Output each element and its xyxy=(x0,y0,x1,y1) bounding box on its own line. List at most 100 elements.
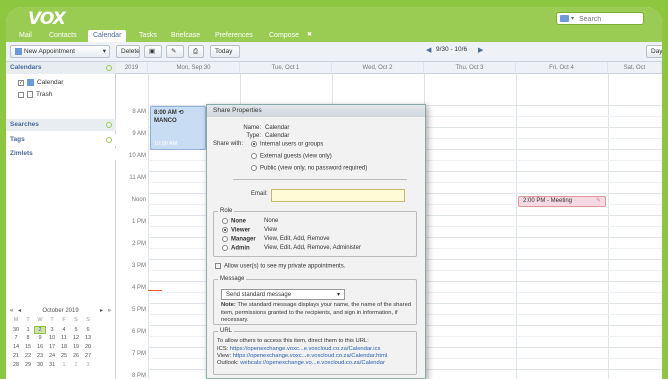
tag-button[interactable]: ✎ xyxy=(166,45,184,58)
day-header[interactable]: Tue, Oct 1 xyxy=(240,62,332,74)
mini-calendar-day[interactable]: 5 xyxy=(70,327,82,333)
mini-calendar-day[interactable]: 3 xyxy=(46,327,58,333)
radio-admin[interactable] xyxy=(222,245,228,251)
mini-calendar-day[interactable]: 2 xyxy=(70,362,82,368)
mini-calendar-day[interactable]: 10 xyxy=(46,335,58,341)
mini-calendar-day[interactable]: 15 xyxy=(22,344,34,350)
delete-button[interactable]: Delete xyxy=(116,45,140,58)
searches-header[interactable]: Searches xyxy=(6,119,116,131)
mini-calendar-day[interactable]: 3 xyxy=(82,362,94,368)
mini-calendar-day[interactable]: 31 xyxy=(46,362,58,368)
role-manager-option[interactable]: Manager xyxy=(222,236,256,243)
search-scope-dropdown[interactable]: ▾ xyxy=(571,15,574,22)
mini-calendar-day[interactable]: 13 xyxy=(82,335,94,341)
share-external-option[interactable]: External guests (view only) xyxy=(251,153,332,160)
view-link[interactable]: https://openexchange.voxc...e.voxcloud.c… xyxy=(233,353,387,359)
role-admin-option[interactable]: Admin xyxy=(222,245,250,252)
mini-calendar-day[interactable]: 30 xyxy=(34,362,46,368)
radio-viewer[interactable] xyxy=(222,227,228,233)
zimlets-header[interactable]: Zimlets xyxy=(6,148,116,160)
tab-briefcase[interactable]: Briefcase xyxy=(166,30,205,42)
mini-calendar-day[interactable]: 8 xyxy=(22,335,34,341)
print-options-button[interactable]: ▣ xyxy=(144,45,162,58)
radio-internal[interactable] xyxy=(251,141,257,147)
appointment-meeting[interactable]: 2:00 PM - Meeting ✎ xyxy=(518,196,606,207)
mini-calendar-day[interactable]: 29 xyxy=(22,362,34,368)
today-button[interactable]: Today xyxy=(210,45,240,58)
mini-calendar-day[interactable]: 22 xyxy=(22,353,34,359)
day-header[interactable]: Thu, Oct 3 xyxy=(424,62,516,74)
day-header[interactable]: Fri, Oct 4 xyxy=(516,62,608,74)
mini-calendar-day[interactable]: 16 xyxy=(34,344,46,350)
mini-calendar-day[interactable]: 21 xyxy=(10,353,22,359)
mini-calendar-day[interactable]: 12 xyxy=(70,335,82,341)
search-input[interactable] xyxy=(579,14,641,24)
next-month-icon[interactable]: ▸ xyxy=(100,306,103,316)
radio-external[interactable] xyxy=(251,153,257,159)
ics-link[interactable]: https://openexchange.voxc...e.voxcloud.c… xyxy=(230,346,381,352)
next-week-icon[interactable]: ▶ xyxy=(478,46,483,54)
radio-manager[interactable] xyxy=(222,236,228,242)
tab-preferences[interactable]: Preferences xyxy=(210,30,258,42)
tab-tasks[interactable]: Tasks xyxy=(134,30,162,42)
private-appointments-checkbox[interactable] xyxy=(215,263,221,269)
email-field[interactable] xyxy=(271,189,405,202)
tab-contacts[interactable]: Contacts xyxy=(44,30,82,42)
mini-calendar-day[interactable]: 28 xyxy=(10,362,22,368)
prev-week-icon[interactable]: ◀ xyxy=(426,46,431,54)
tab-mail[interactable]: Mail xyxy=(14,30,37,42)
add-calendar-icon[interactable] xyxy=(106,65,112,71)
tab-compose[interactable]: Compose xyxy=(264,30,304,42)
mini-calendar-day[interactable]: 18 xyxy=(58,344,70,350)
tags-header[interactable]: Tags xyxy=(6,134,116,146)
new-appointment-button[interactable]: New Appointment ▾ xyxy=(10,45,110,58)
print-button[interactable]: ⎙ xyxy=(188,45,204,58)
appointment-manco[interactable]: 8:00 AM ⟲ MANCO 10:00 AM xyxy=(150,106,206,150)
mini-calendar-day[interactable]: 24 xyxy=(46,353,58,359)
role-none-option[interactable]: None xyxy=(222,218,246,225)
tab-calendar[interactable]: Calendar xyxy=(88,30,127,42)
sidebar-item-trash[interactable]: Trash xyxy=(18,91,52,98)
mini-calendar-day[interactable]: 14 xyxy=(10,344,22,350)
dialog-title[interactable]: Share Properties xyxy=(207,105,425,117)
mini-calendar-day[interactable]: 1 xyxy=(22,327,34,333)
search-scope-icon[interactable] xyxy=(560,15,569,22)
radio-none[interactable] xyxy=(222,218,228,224)
mini-calendar-day[interactable]: 11 xyxy=(58,335,70,341)
mini-calendar-day[interactable]: 23 xyxy=(34,353,46,359)
sidebar-item-calendar[interactable]: ✓ Calendar xyxy=(18,79,63,86)
mini-calendar-day[interactable]: 30 xyxy=(10,327,22,333)
mini-calendar-day[interactable]: 25 xyxy=(58,353,70,359)
day-header[interactable]: Sat, Oct xyxy=(608,62,662,74)
mini-calendar-day[interactable]: 6 xyxy=(82,327,94,333)
mini-calendar-day[interactable]: 27 xyxy=(82,353,94,359)
day-view-button[interactable]: Day xyxy=(646,45,662,58)
calendars-header[interactable]: Calendars xyxy=(6,62,116,74)
share-internal-option[interactable]: Internal users or groups xyxy=(251,141,323,148)
mini-calendar-day[interactable]: 7 xyxy=(10,335,22,341)
message-select[interactable]: Send standard message ▾ xyxy=(221,289,345,300)
prev-year-icon[interactable]: « xyxy=(10,306,13,316)
mini-calendar-day-selected[interactable]: 2 xyxy=(34,326,46,334)
mini-calendar-day[interactable]: 19 xyxy=(70,344,82,350)
mini-calendar-day[interactable]: 26 xyxy=(70,353,82,359)
trash-checkbox[interactable] xyxy=(18,91,24,98)
mini-calendar-day[interactable]: 9 xyxy=(34,335,46,341)
next-year-icon[interactable]: » xyxy=(108,306,111,316)
private-appointments-option[interactable]: Allow user(s) to see my private appointm… xyxy=(215,263,345,270)
prev-month-icon[interactable]: ◂ xyxy=(18,306,21,316)
mini-calendar-day[interactable]: 4 xyxy=(58,327,70,333)
add-tag-icon[interactable] xyxy=(106,137,112,143)
role-viewer-option[interactable]: Viewer xyxy=(222,227,250,234)
mini-calendar-day[interactable]: 20 xyxy=(82,344,94,350)
mini-calendar-day[interactable]: 17 xyxy=(46,344,58,350)
share-public-option[interactable]: Public (view only, no password required) xyxy=(251,165,367,172)
day-header[interactable]: Wed, Oct 2 xyxy=(332,62,424,74)
radio-public[interactable] xyxy=(251,165,257,171)
calendar-checkbox[interactable]: ✓ xyxy=(18,79,24,86)
day-header[interactable]: Mon, Sep 30 xyxy=(148,62,240,74)
add-search-icon[interactable] xyxy=(106,122,112,128)
compose-close-icon[interactable]: ✖ xyxy=(302,30,317,42)
search-box[interactable]: ▾ xyxy=(556,12,644,25)
mini-calendar-day[interactable]: 1 xyxy=(58,362,70,368)
